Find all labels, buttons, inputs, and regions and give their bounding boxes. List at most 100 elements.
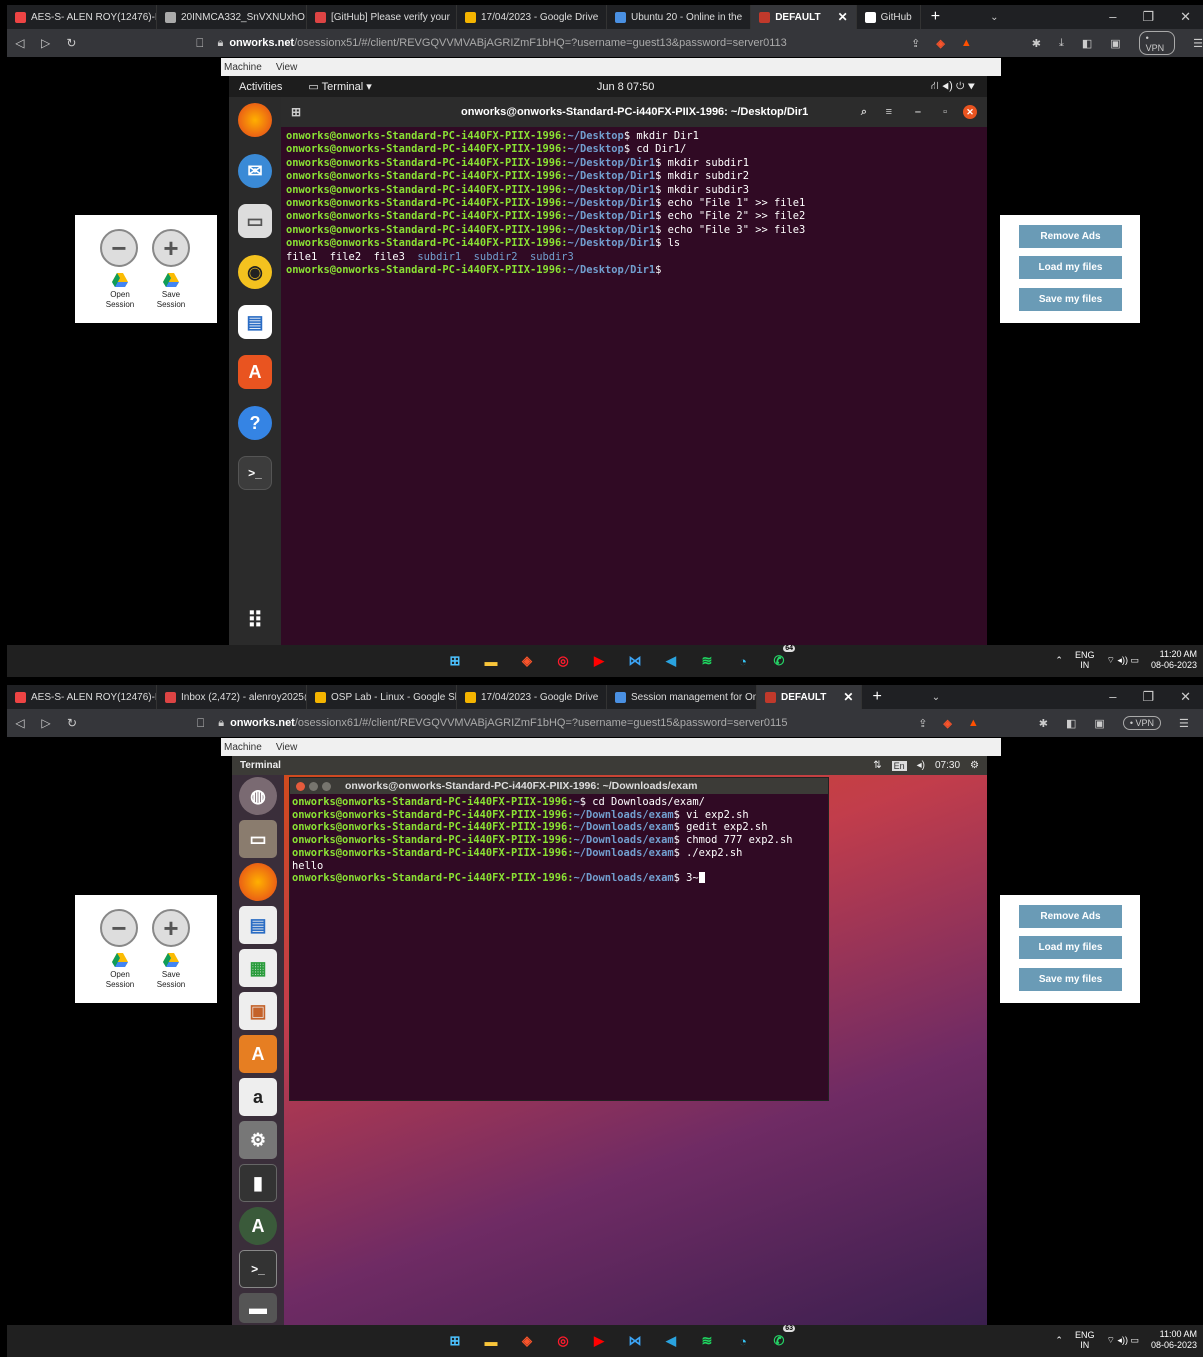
save-session-button[interactable]: Save Session [149, 273, 193, 310]
vm-screen[interactable]: Activities ▭ Terminal ▾ Jun 8 07:50 ⛙ ◂)… [229, 76, 987, 645]
browser-tab[interactable]: AES-S- ALEN ROY(12476)-Integr [7, 685, 157, 709]
minimize-window-icon[interactable]: – [1109, 689, 1116, 705]
menu-icon[interactable]: ☰ [1193, 37, 1203, 50]
close-icon[interactable]: ✕ [963, 105, 977, 119]
extensions-icon[interactable]: ✱ [1039, 717, 1048, 730]
wallet-icon[interactable]: ▣ [1110, 37, 1120, 50]
menu-icon[interactable]: ☰ [1179, 717, 1189, 730]
brave-rewards-icon[interactable]: ▲ [968, 717, 979, 729]
software-icon[interactable]: A [238, 355, 272, 389]
spotify-icon[interactable]: ≋ [695, 649, 719, 673]
browser-tab[interactable]: 17/04/2023 - Google Drive [457, 685, 607, 709]
tab-close-icon[interactable]: ✕ [838, 10, 848, 24]
youtube-icon[interactable]: ▶ [587, 649, 611, 673]
rhythmbox-icon[interactable]: ◉ [238, 255, 272, 289]
settings-gear-icon[interactable]: ⚙ [970, 760, 979, 771]
load-files-button[interactable]: Load my files [1019, 936, 1122, 959]
forward-icon[interactable]: ▷ [33, 716, 59, 730]
wallet-icon[interactable]: ▣ [1094, 717, 1104, 730]
save-session-button[interactable]: Save Session [149, 953, 193, 990]
network-icon[interactable]: ⇅ [873, 760, 881, 771]
browser-tab[interactable]: 17/04/2023 - Google Drive [457, 5, 607, 29]
vscode-icon[interactable]: ⋈ [623, 1329, 647, 1353]
brave-icon[interactable]: ◈ [515, 1329, 539, 1353]
opera-icon[interactable]: ◎ [551, 1329, 575, 1353]
extensions-icon[interactable]: ✱ [1032, 37, 1041, 50]
remove-ads-button[interactable]: Remove Ads [1019, 905, 1122, 928]
save-files-button[interactable]: Save my files [1019, 968, 1122, 991]
terminal-output[interactable]: onworks@onworks-Standard-PC-i440FX-PIIX-… [290, 794, 828, 887]
menu-machine[interactable]: Machine [224, 742, 262, 753]
close-window-icon[interactable]: ✕ [1180, 689, 1191, 705]
language-indicator[interactable]: ENG IN [1075, 650, 1095, 670]
system-tray-icons[interactable]: ⛙ ◂) ⏻ ▾ [931, 80, 975, 94]
show-apps-icon[interactable]: ⠿ [238, 604, 272, 638]
whatsapp-icon[interactable]: ✆ 64 [767, 645, 795, 673]
language-indicator[interactable]: ENG IN [1075, 1330, 1095, 1350]
open-session-button[interactable]: Open Session [98, 273, 142, 310]
file-explorer-icon[interactable]: ▬ [479, 1329, 503, 1353]
browser-tab[interactable]: GitHub [857, 5, 921, 29]
reload-icon[interactable]: ↻ [59, 36, 85, 50]
reload-icon[interactable]: ↻ [59, 716, 85, 730]
url-field[interactable]: 🔒︎ onworks.net/osessionx61/#/client/REVG… [218, 717, 868, 730]
maximize-icon[interactable]: ▫ [943, 106, 947, 118]
minimize-icon[interactable] [309, 781, 318, 791]
browser-tab[interactable]: OSP Lab - Linux - Google Slides [307, 685, 457, 709]
share-icon[interactable]: ⇪ [911, 37, 920, 50]
brave-shield-icon[interactable]: ◈ [936, 37, 944, 50]
browser-tab[interactable]: Session management for OnWo [607, 685, 757, 709]
wifi-volume-battery-icons[interactable]: ⌔ ◂)) ▭ [1106, 655, 1138, 666]
save-files-button[interactable]: Save my files [1019, 288, 1122, 311]
activities-button[interactable]: Activities [239, 81, 282, 93]
zoom-out-button[interactable]: − [100, 229, 138, 267]
back-icon[interactable]: ◁ [7, 36, 33, 50]
opera-icon[interactable]: ◎ [551, 649, 575, 673]
zoom-out-button[interactable]: − [100, 909, 138, 947]
vm-screen[interactable]: Terminal ⇅ En ◂) 07:30 ⚙ ◍ ▭ ▤ ▦ ▣ A a ⚙… [232, 756, 987, 1325]
open-session-button[interactable]: Open Session [98, 953, 142, 990]
windows-start-icon[interactable]: ⊞ [443, 1329, 467, 1353]
hamburger-icon[interactable]: ≡ [886, 106, 892, 118]
wifi-volume-battery-icons[interactable]: ⌔ ◂)) ▭ [1106, 1335, 1138, 1346]
tab-close-icon[interactable]: ✕ [843, 690, 853, 704]
whatsapp-icon[interactable]: ✆ 63 [767, 1325, 795, 1353]
system-settings-icon[interactable]: ⚙ [239, 1121, 277, 1159]
sidebar-icon[interactable]: ◧ [1066, 717, 1076, 730]
help-icon[interactable]: ? [238, 406, 272, 440]
remove-ads-button[interactable]: Remove Ads [1019, 225, 1122, 248]
app-menu[interactable]: ▭ Terminal ▾ [308, 80, 371, 93]
dash-icon[interactable]: ◍ [239, 777, 277, 815]
windows-start-icon[interactable]: ⊞ [443, 649, 467, 673]
file-explorer-icon[interactable]: ▬ [479, 649, 503, 673]
sidebar-icon[interactable]: ◧ [1082, 37, 1092, 50]
tab-search-icon[interactable]: ⌄ [950, 12, 1014, 23]
url-field[interactable]: 🔒︎ onworks.net/osessionx51/#/client/REVG… [217, 37, 861, 50]
writer-icon[interactable]: ▤ [238, 305, 272, 339]
brave-icon[interactable]: ◈ [515, 649, 539, 673]
browser-tab[interactable]: DEFAULT ✕ [757, 685, 863, 709]
files-icon[interactable]: ▭ [238, 204, 272, 238]
amazon-icon[interactable]: a [239, 1078, 277, 1116]
new-tab-icon[interactable]: + [862, 688, 891, 706]
menu-view[interactable]: View [276, 62, 298, 73]
telegram-icon[interactable]: ◀ [659, 1329, 683, 1353]
close-window-icon[interactable]: ✕ [1180, 9, 1191, 25]
bookmark-icon[interactable]: ⎕ [197, 716, 204, 731]
writer-icon[interactable]: ▤ [239, 906, 277, 944]
calc-icon[interactable]: ▦ [239, 949, 277, 987]
maximize-icon[interactable] [322, 781, 331, 791]
bookmark-icon[interactable]: ⎕ [196, 36, 203, 51]
keyboard-layout[interactable]: En [891, 760, 907, 771]
zoom-in-button[interactable]: + [152, 229, 190, 267]
browser-tab[interactable]: AES-S- ALEN ROY(12476)-I [7, 5, 157, 29]
clock[interactable]: 07:30 [935, 760, 960, 771]
restore-window-icon[interactable]: ❐ [1142, 9, 1154, 25]
taskbar-clock[interactable]: 11:20 AM 08-06-2023 [1151, 649, 1197, 671]
search-icon[interactable]: ⌕ [861, 106, 867, 119]
close-icon[interactable] [296, 781, 305, 791]
browser-tab[interactable]: Ubuntu 20 - Online in the [607, 5, 752, 29]
zoom-in-button[interactable]: + [152, 909, 190, 947]
terminal-icon[interactable]: >_ [239, 1250, 277, 1288]
files-icon[interactable]: ▭ [239, 820, 277, 858]
